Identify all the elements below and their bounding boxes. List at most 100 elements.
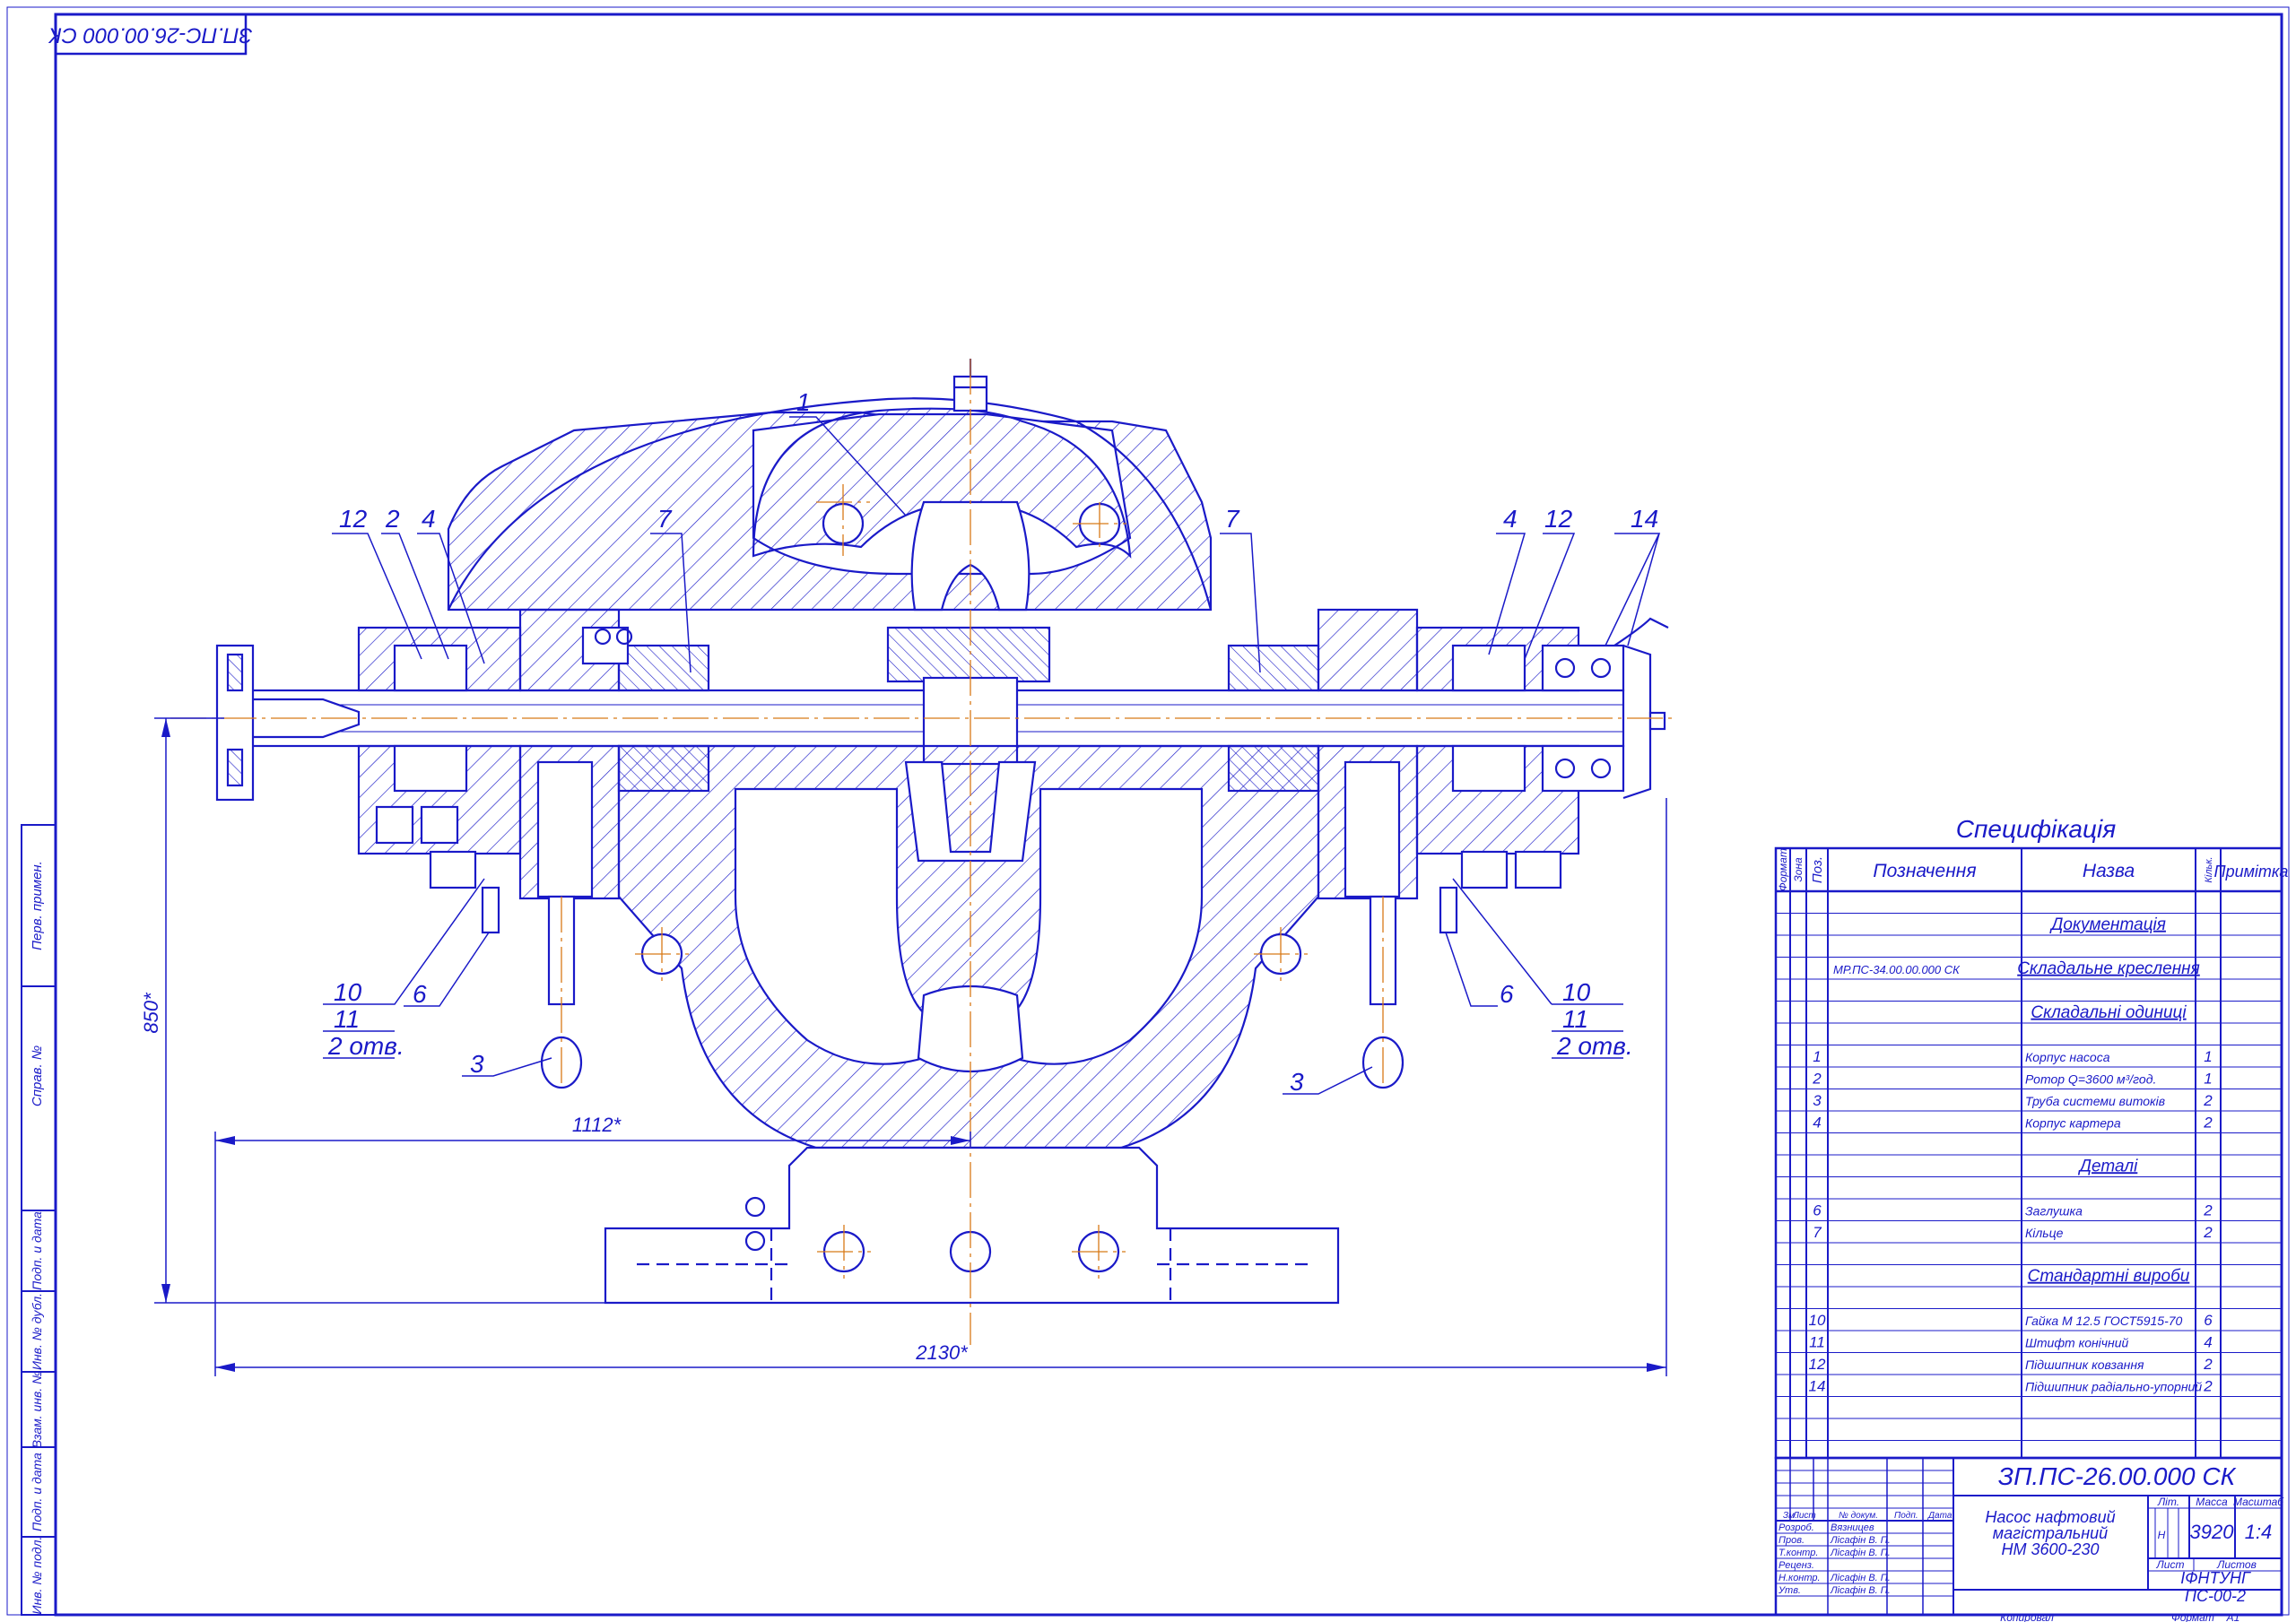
top-stamp-text: ЗП.ПС-26.00.000 СК [48,23,252,48]
tb-org-2: ПС-00-2 [2185,1587,2246,1605]
dim-overall: 2130* [915,1341,969,1364]
spec-headers: Формат Зона Поз. Позначення Назва Кільк.… [1777,848,2288,891]
spec-row-qty: 6 [2204,1312,2213,1329]
spec-head-name: Назва [2083,861,2135,881]
tb-role-name: Лісафін В. П. [1830,1573,1891,1583]
side-label-dubl: Инв. № дубл. [30,1293,44,1370]
tb-mass-label: Масса [2196,1496,2228,1508]
spec-row-pos: 14 [1809,1377,1826,1394]
spec-row-pos: 6 [1813,1201,1822,1219]
tb-col-doc: № докум. [1839,1511,1878,1521]
spec-head-designation: Позначення [1873,861,1976,881]
pump-section-view [215,359,1669,1305]
tb-format-value: А1 [2226,1611,2240,1622]
spec-row-qty: 2 [2203,1201,2213,1219]
spec-row-name: Гайка М 12.5 ГОСТ5915-70 [2025,1314,2183,1328]
spec-row-qty: 2 [2203,1114,2213,1131]
tb-format: Формат [2171,1611,2214,1622]
callout-11-right: 11 [1562,1005,1588,1033]
callout-6-left: 6 [413,980,427,1008]
callout-11-left: 11 [334,1005,360,1033]
spec-head-note: Примітка [2214,863,2289,880]
base-pedestal [604,1146,1340,1305]
tb-col-podp: Подп. [1894,1511,1918,1521]
callout-4-right: 4 [1503,505,1518,533]
callout-7-right: 7 [1225,505,1240,533]
tb-scale: 1:4 [2245,1521,2273,1543]
spec-section-title: Документація [2049,915,2166,934]
spec-row-name: Підшипник ковзання [2025,1357,2144,1372]
callout-2otv-left: 2 отв. [327,1032,404,1060]
tb-role-name: Вязницев [1831,1522,1874,1533]
callout-10-left: 10 [334,978,362,1006]
tb-name-2: магістральний [1993,1524,2108,1542]
spec-head-format: Формат [1777,848,1789,891]
callout-4-left: 4 [422,505,436,533]
tb-role-name: Лісафін В. П. [1830,1548,1891,1558]
callout-12-left: 12 [339,505,368,533]
spec-row-qty: 1 [2204,1048,2212,1065]
callout-3-right: 3 [1290,1068,1304,1096]
spec-row-pos: 11 [1809,1333,1825,1350]
spec-row-name: Труба системи витоків [2025,1094,2165,1108]
spec-row-pos: 3 [1813,1092,1822,1109]
spec-row-pos: 2 [1812,1070,1822,1087]
side-label-perv: Перв. примен. [30,861,45,950]
callout-12-right: 12 [1544,505,1573,533]
callout-2otv-right: 2 отв. [1556,1032,1633,1060]
thrust-bearing-top [1541,644,1625,692]
spec-row-qty: 1 [2204,1070,2212,1087]
tb-role: Реценз. [1779,1560,1814,1571]
spec-row-pos: 10 [1809,1312,1826,1329]
tb-role: Розроб. [1779,1522,1814,1533]
callout-1: 1 [796,388,811,416]
spec-row-pos: 4 [1813,1114,1821,1131]
spec-section-title: Стандартні вироби [2028,1267,2190,1286]
spec-title: Специфікація [1956,815,2116,843]
top-stamp: ЗП.ПС-26.00.000 СК [48,13,252,56]
lower-casing [617,744,1320,1149]
tb-code: ЗП.ПС-26.00.000 СК [1998,1462,2237,1490]
tb-role: Т.контр. [1779,1548,1818,1558]
tb-copied: Копировал [2000,1611,2054,1622]
spec-row-pos: 7 [1813,1224,1822,1241]
tb-role-name: Лісафін В. П. [1830,1585,1891,1596]
spec-row-name: Ротор Q=3600 м³/год. [2025,1071,2156,1086]
spec-row-pos: 1 [1813,1048,1821,1065]
spec-section-title: Складальні одиниці [2031,1003,2187,1022]
side-label-podp2: Подп. и дата [30,1453,44,1531]
spec-head-zone: Зона [1792,857,1805,882]
tb-role-name: Лісафін В. П. [1830,1535,1891,1546]
callout-2: 2 [385,505,400,533]
drawing-sheet: ЗП.ПС-26.00.000 СК Перв. примен. Справ. … [6,6,2290,1622]
tb-col-list: Лист [1792,1511,1816,1521]
side-label-sprav: Справ. № [30,1045,45,1106]
spec-row-qty: 2 [2203,1377,2213,1394]
tb-scale-label: Масштаб [2233,1496,2284,1508]
callout-10-right: 10 [1562,978,1591,1006]
side-label-podl: Инв. № подл. [30,1537,44,1615]
callout-14: 14 [1631,505,1658,533]
side-strip-labels: Перв. примен. Справ. № Подп. и дата Инв.… [30,861,45,1614]
callout-6-right: 6 [1500,980,1514,1008]
side-label-podp1: Подп. и дата [30,1211,44,1290]
spec-row-name: Корпус насоса [2025,1050,2110,1064]
spec-row-pos: 12 [1809,1356,1826,1373]
spec-section-title: Складальне креслення [2017,959,2200,978]
tb-lit-label: Літ. [2157,1496,2179,1508]
tb-role: Утв. [1778,1585,1801,1596]
dim-height: 850* [140,992,162,1034]
spec-row-qty: 2 [2203,1356,2213,1373]
thrust-bearing-bottom [1541,744,1625,793]
tb-role: Пров. [1779,1535,1805,1546]
spec-row-name: Підшипник радіально-упорний [2025,1379,2202,1393]
tb-org-1: ІФНТУНГ [2180,1569,2251,1587]
side-label-vzam: Взам. инв. № [30,1371,44,1449]
right-gland-top [1317,608,1419,692]
tb-role: Н.контр. [1779,1573,1821,1583]
spec-section-title: Деталі [2078,1157,2138,1175]
spec-row-name: Заглушка [2025,1203,2083,1218]
callout-7-left: 7 [657,505,673,533]
callout-3-left: 3 [470,1050,484,1078]
tb-lit-value: Н [2158,1529,2166,1541]
